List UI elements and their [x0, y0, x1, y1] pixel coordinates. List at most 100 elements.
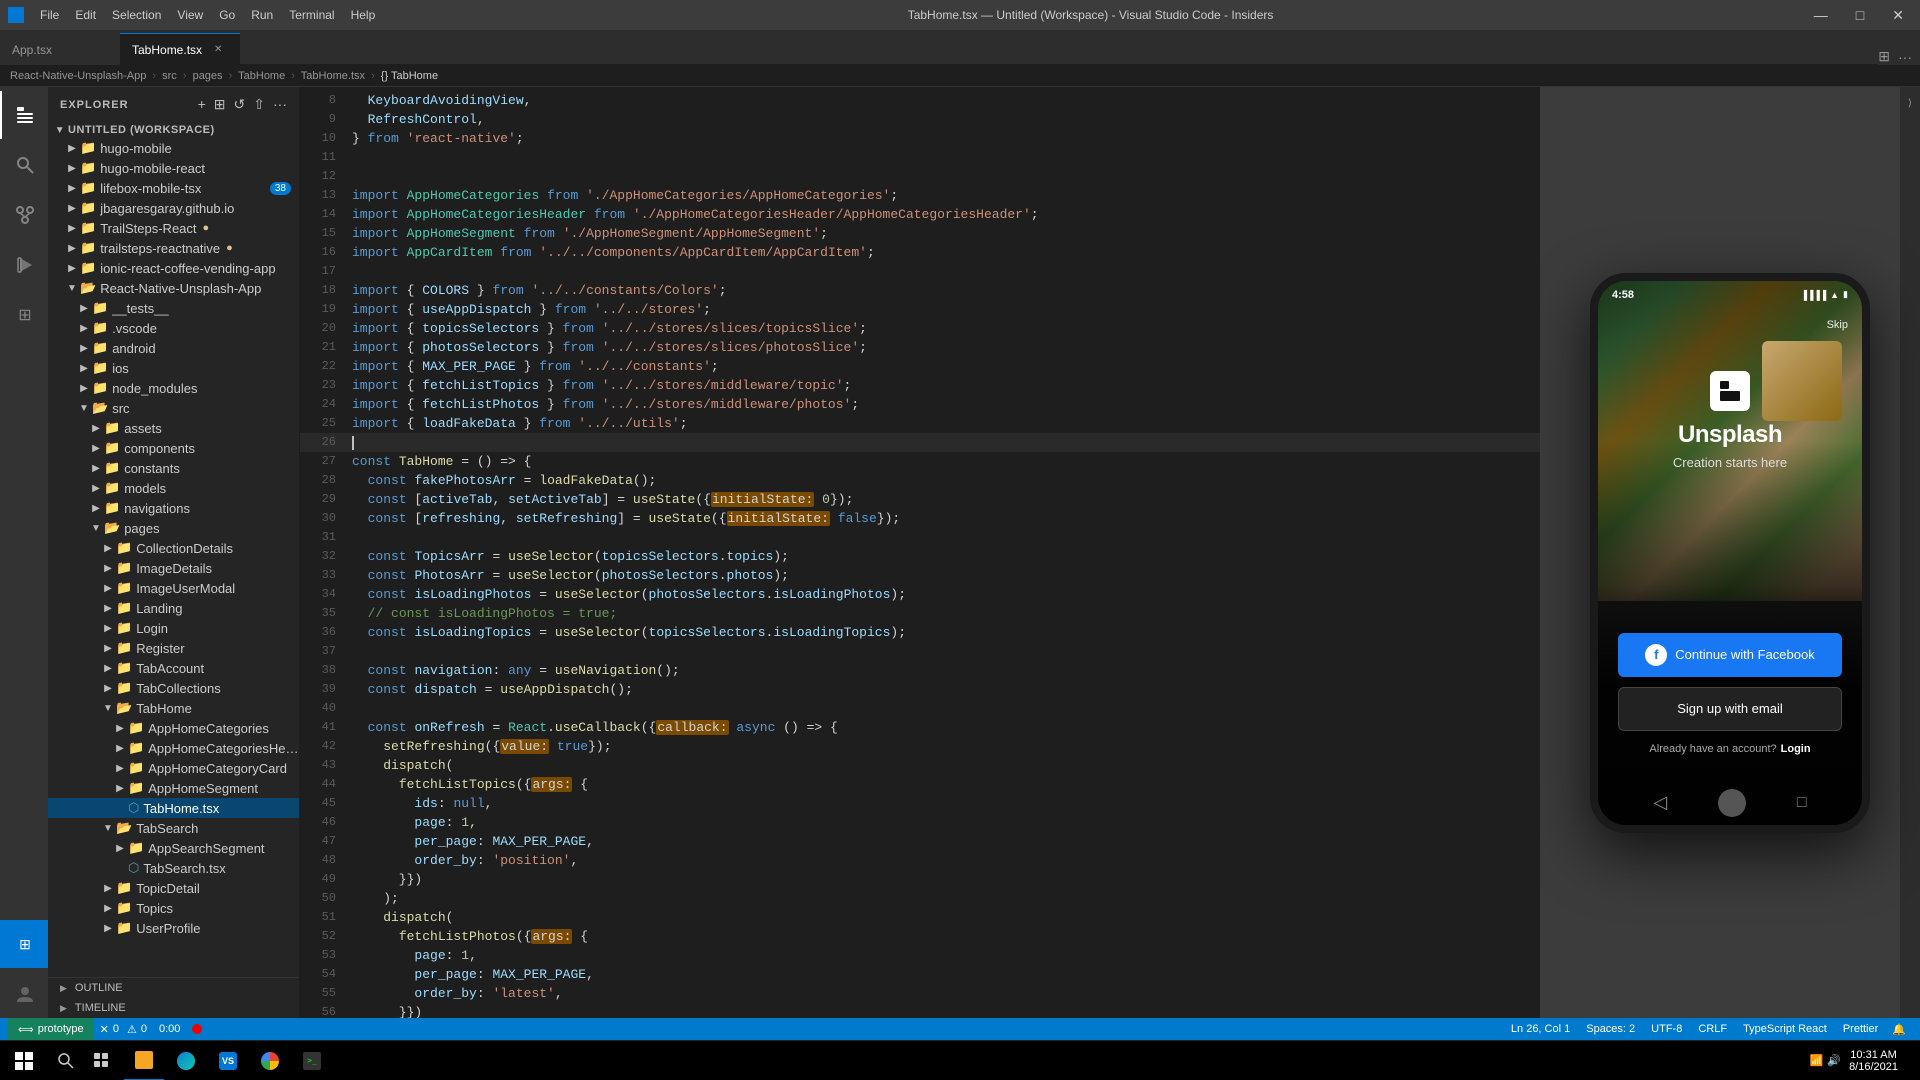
menu-view[interactable]: View — [177, 8, 203, 22]
folder-trailsteps-reactnative[interactable]: ▶ 📁 trailsteps-reactnative ● — [48, 238, 299, 258]
activity-run-icon[interactable] — [0, 241, 48, 289]
folder-node-modules[interactable]: ▶ 📁 node_modules — [48, 378, 299, 398]
file-tabhome-tsx[interactable]: ⬡ TabHome.tsx — [48, 798, 299, 818]
language-indicator[interactable]: TypeScript React — [1735, 1023, 1835, 1035]
folder-tabcollections[interactable]: ▶ 📁 TabCollections — [48, 678, 299, 698]
menu-run[interactable]: Run — [251, 8, 273, 22]
collapse-all-icon[interactable]: ⇧ — [253, 96, 265, 113]
folder-src[interactable]: ▼ 📂 src — [48, 398, 299, 418]
menu-terminal[interactable]: Terminal — [289, 8, 334, 22]
file-tabsearch-tsx[interactable]: ⬡ TabSearch.tsx — [48, 858, 299, 878]
folder-jbagaresgaray[interactable]: ▶ 📁 jbagaresgaray.github.io — [48, 198, 299, 218]
folder-android[interactable]: ▶ 📁 android — [48, 338, 299, 358]
tab-app-tsx[interactable]: App.tsx — [0, 33, 120, 65]
activity-extensions-icon[interactable]: ⊞ — [0, 291, 48, 339]
folder-components[interactable]: ▶ 📁 components — [48, 438, 299, 458]
folder-lifebox[interactable]: ▶ 📁 lifebox-mobile-tsx 38 — [48, 178, 299, 198]
activity-search-icon[interactable] — [0, 141, 48, 189]
start-button[interactable] — [0, 1041, 48, 1080]
email-signup-button[interactable]: Sign up with email — [1618, 687, 1842, 731]
folder-imageusermodal[interactable]: ▶ 📁 ImageUserModal — [48, 578, 299, 598]
code-editor[interactable]: 8 KeyboardAvoidingView, 9 RefreshControl… — [300, 87, 1540, 1018]
phone-skip-button[interactable]: Skip — [1827, 315, 1848, 333]
more-actions-icon[interactable]: ··· — [1898, 49, 1912, 65]
maximize-button[interactable]: □ — [1848, 5, 1872, 26]
folder-assets[interactable]: ▶ 📁 assets — [48, 418, 299, 438]
close-button[interactable]: ✕ — [1884, 5, 1912, 26]
line-ending-indicator[interactable]: CRLF — [1690, 1023, 1735, 1035]
folder-apphomecategoriesheader[interactable]: ▶ 📁 AppHomeCategoriesHeader — [48, 738, 299, 758]
folder-apphomecategorycard[interactable]: ▶ 📁 AppHomeCategoryCard — [48, 758, 299, 778]
activity-profile-icon[interactable] — [0, 970, 48, 1018]
prettier-indicator[interactable]: Prettier — [1835, 1023, 1886, 1035]
folder-tests[interactable]: ▶ 📁 __tests__ — [48, 298, 299, 318]
phone-recent-button[interactable]: □ — [1797, 794, 1807, 812]
show-desktop-button[interactable] — [1906, 1041, 1912, 1080]
workspace-root[interactable]: ▼ UNTITLED (WORKSPACE) — [48, 122, 299, 138]
folder-apphomecategories[interactable]: ▶ 📁 AppHomeCategories — [48, 718, 299, 738]
folder-hugo-mobile[interactable]: ▶ 📁 hugo-mobile — [48, 138, 299, 158]
taskbar-chrome-app[interactable] — [250, 1041, 290, 1080]
notifications-icon[interactable]: 🔔 — [1886, 1023, 1912, 1036]
menu-edit[interactable]: Edit — [75, 8, 96, 22]
folder-constants[interactable]: ▶ 📁 constants — [48, 458, 299, 478]
menu-help[interactable]: Help — [351, 8, 376, 22]
folder-userprofile[interactable]: ▶ 📁 UserProfile — [48, 918, 299, 938]
folder-models[interactable]: ▶ 📁 models — [48, 478, 299, 498]
folder-landing[interactable]: ▶ 📁 Landing — [48, 598, 299, 618]
activity-explorer-icon[interactable] — [0, 91, 48, 139]
folder-vscode[interactable]: ▶ 📁 .vscode — [48, 318, 299, 338]
video-control[interactable]: 0:00 — [153, 1023, 186, 1035]
taskbar-edge-app[interactable] — [166, 1041, 206, 1080]
outline-section[interactable]: ▶ OUTLINE — [48, 978, 299, 998]
new-file-icon[interactable]: + — [198, 96, 206, 113]
encoding-indicator[interactable]: UTF-8 — [1643, 1023, 1690, 1035]
tab-close-icon[interactable]: ✕ — [214, 44, 222, 55]
tab-tabhome-tsx[interactable]: TabHome.tsx ✕ — [120, 33, 240, 65]
remote-indicator[interactable]: ⟺ prototype — [8, 1018, 94, 1040]
phone-home-button[interactable] — [1718, 789, 1746, 817]
folder-hugo-mobile-react[interactable]: ▶ 📁 hugo-mobile-react — [48, 158, 299, 178]
taskview-button[interactable] — [84, 1043, 120, 1079]
facebook-login-button[interactable]: f Continue with Facebook — [1618, 633, 1842, 677]
folder-tabaccount[interactable]: ▶ 📁 TabAccount — [48, 658, 299, 678]
folder-rn-unsplash[interactable]: ▼ 📂 React-Native-Unsplash-App — [48, 278, 299, 298]
folder-topics[interactable]: ▶ 📁 Topics — [48, 898, 299, 918]
menu-file[interactable]: File — [40, 8, 59, 22]
taskbar-search-icon[interactable] — [48, 1043, 84, 1079]
folder-collectiondetails[interactable]: ▶ 📁 CollectionDetails — [48, 538, 299, 558]
taskbar-vscode-app[interactable]: VS — [208, 1041, 248, 1080]
folder-imagedetails[interactable]: ▶ 📁 ImageDetails — [48, 558, 299, 578]
folder-tabsearch[interactable]: ▼ 📂 TabSearch — [48, 818, 299, 838]
folder-pages[interactable]: ▼ 📂 pages — [48, 518, 299, 538]
folder-register[interactable]: ▶ 📁 Register — [48, 638, 299, 658]
taskbar-clock[interactable]: 10:31 AM 8/16/2021 — [1845, 1049, 1902, 1073]
more-options-icon[interactable]: ··· — [273, 96, 287, 113]
folder-ionic-react[interactable]: ▶ 📁 ionic-react-coffee-vending-app — [48, 258, 299, 278]
folder-navigations[interactable]: ▶ 📁 navigations — [48, 498, 299, 518]
editor-layout-icon[interactable]: ⊞ — [1878, 48, 1890, 65]
folder-login[interactable]: ▶ 📁 Login — [48, 618, 299, 638]
errors-indicator[interactable]: ✕ 0 ⚠ 0 — [94, 1023, 153, 1036]
spaces-indicator[interactable]: Spaces: 2 — [1578, 1023, 1643, 1035]
folder-apphomesegment[interactable]: ▶ 📁 AppHomeSegment — [48, 778, 299, 798]
folder-topicdetail[interactable]: ▶ 📁 TopicDetail — [48, 878, 299, 898]
menu-selection[interactable]: Selection — [112, 8, 161, 22]
record-button[interactable] — [186, 1024, 208, 1034]
position-indicator[interactable]: Ln 26, Col 1 — [1503, 1023, 1578, 1035]
new-folder-icon[interactable]: ⊞ — [214, 96, 226, 113]
taskbar-terminal-app[interactable]: >_ — [292, 1041, 332, 1080]
menu-go[interactable]: Go — [219, 8, 235, 22]
folder-tabhome[interactable]: ▼ 📂 TabHome — [48, 698, 299, 718]
folder-trailsteps-react[interactable]: ▶ 📁 TrailSteps-React ● — [48, 218, 299, 238]
activity-remote-icon[interactable]: ⊞ — [0, 920, 48, 968]
folder-ios[interactable]: ▶ 📁 ios — [48, 358, 299, 378]
minimize-button[interactable]: — — [1806, 5, 1836, 26]
taskbar-explorer-app[interactable] — [124, 1041, 164, 1080]
phone-back-button[interactable]: ◁ — [1653, 792, 1667, 813]
folder-appsearchsegment[interactable]: ▶ 📁 AppSearchSegment — [48, 838, 299, 858]
login-link[interactable]: Login — [1781, 743, 1811, 755]
refresh-explorer-icon[interactable]: ↺ — [234, 96, 246, 113]
timeline-section[interactable]: ▶ TIMELINE — [48, 998, 299, 1018]
activity-source-control-icon[interactable] — [0, 191, 48, 239]
